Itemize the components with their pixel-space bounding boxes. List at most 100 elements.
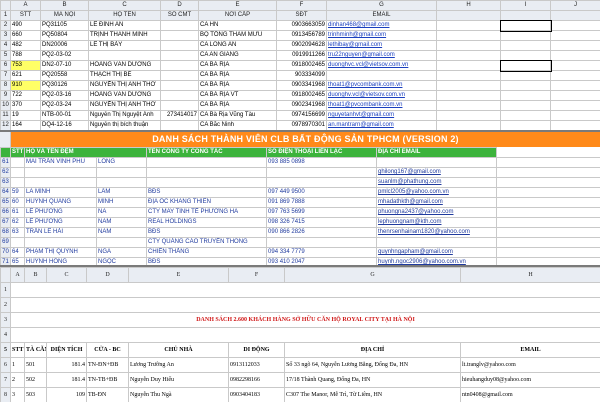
cell[interactable]: CA AN GIANG bbox=[199, 51, 277, 61]
cell[interactable]: trinhminh@gmail.com bbox=[327, 31, 437, 41]
row-header[interactable]: 3 bbox=[1, 31, 11, 41]
cell[interactable]: PQ2-03-24 bbox=[41, 101, 89, 111]
column-header[interactable]: E bbox=[199, 1, 277, 11]
cell[interactable] bbox=[377, 158, 497, 168]
column-header[interactable]: H bbox=[437, 1, 501, 11]
cell[interactable] bbox=[11, 238, 25, 248]
cell[interactable] bbox=[161, 31, 199, 41]
cell[interactable]: TRẦN LÊ HẢI bbox=[25, 228, 97, 238]
column-header[interactable]: D bbox=[87, 268, 129, 283]
cell[interactable]: 097 763 5699 bbox=[267, 208, 377, 218]
row-header[interactable]: 7 bbox=[1, 71, 11, 81]
cell[interactable]: CA HN bbox=[199, 21, 277, 31]
cell[interactable] bbox=[327, 71, 437, 81]
row-header[interactable]: 68 bbox=[1, 228, 11, 238]
column-header[interactable]: A bbox=[11, 1, 41, 11]
cell[interactable]: 502 bbox=[25, 373, 47, 388]
cell[interactable] bbox=[11, 168, 25, 178]
cell[interactable] bbox=[437, 21, 501, 31]
cell[interactable] bbox=[97, 168, 147, 178]
column-header[interactable]: G bbox=[327, 1, 437, 11]
cell[interactable]: HOÀNG VĂN DƯƠNG bbox=[89, 61, 161, 71]
cell[interactable]: pmlcl2005@yahoo.com.vn bbox=[377, 188, 497, 198]
cell[interactable]: HOÀNG VĂN DƯƠNG bbox=[89, 91, 161, 101]
header-cell[interactable]: CHỦ NHÀ bbox=[129, 343, 229, 358]
header-cell[interactable] bbox=[437, 11, 501, 21]
cell[interactable]: BĐS bbox=[147, 188, 267, 198]
cell[interactable]: BỘ TỔNG THAM MƯU bbox=[199, 31, 277, 41]
cell[interactable] bbox=[501, 101, 551, 111]
cell[interactable]: 501 bbox=[25, 358, 47, 373]
cell[interactable]: PQ31105 bbox=[41, 21, 89, 31]
row-header[interactable]: 10 bbox=[1, 101, 11, 111]
cell[interactable]: DQ4-12-16 bbox=[41, 121, 89, 131]
cell[interactable]: TN-ĐN+ĐB bbox=[87, 358, 129, 373]
cell[interactable]: tru22nguyen@gmail.com bbox=[327, 51, 437, 61]
cell[interactable]: 19 bbox=[11, 111, 41, 121]
cell[interactable] bbox=[147, 168, 267, 178]
cell[interactable]: NGUYỄN THỊ ANH THƠ bbox=[89, 81, 161, 91]
cell[interactable]: 60 bbox=[11, 198, 25, 208]
row-header[interactable]: 63 bbox=[1, 178, 11, 188]
cell[interactable]: 0978970301 bbox=[277, 121, 327, 131]
column-header[interactable]: H bbox=[461, 268, 600, 283]
cell[interactable] bbox=[437, 71, 501, 81]
cell[interactable] bbox=[11, 178, 25, 188]
cell[interactable] bbox=[147, 178, 267, 188]
cell[interactable]: 370 bbox=[11, 101, 41, 111]
header-cell[interactable]: CỬA - BC bbox=[87, 343, 129, 358]
cell[interactable]: PQ2-03-16 bbox=[41, 91, 89, 101]
cell[interactable] bbox=[437, 81, 501, 91]
cell[interactable]: CA Bà Rịa Vũng Tàu bbox=[199, 111, 277, 121]
cell[interactable]: PQ30126 bbox=[41, 81, 89, 91]
cell[interactable]: 090 866 2826 bbox=[267, 228, 377, 238]
cell[interactable]: Nguyễn Duy Hiếu bbox=[129, 373, 229, 388]
cell[interactable]: LÊ PHƯƠNG bbox=[25, 218, 97, 228]
cell[interactable]: CA BÀ RỊA bbox=[199, 101, 277, 111]
cell[interactable] bbox=[497, 168, 600, 178]
cell[interactable]: TN-TB+ĐB bbox=[87, 373, 129, 388]
cell[interactable] bbox=[501, 51, 551, 61]
column-header[interactable]: B bbox=[41, 1, 89, 11]
header-cell[interactable]: STT bbox=[11, 11, 41, 21]
cell[interactable] bbox=[437, 51, 501, 61]
cell[interactable]: THẠCH THỊ BÉ bbox=[89, 71, 161, 81]
row-header[interactable]: 6 bbox=[1, 61, 11, 71]
cell[interactable]: 61 bbox=[11, 208, 25, 218]
cell[interactable] bbox=[551, 51, 600, 61]
row-header[interactable]: 64 bbox=[1, 188, 11, 198]
header-cell[interactable]: EMAIL bbox=[461, 343, 600, 358]
cell[interactable]: 091 869 7888 bbox=[267, 198, 377, 208]
cell[interactable]: mhadathkth@gmail.com bbox=[377, 198, 497, 208]
cell[interactable]: quynhngapham@gmail.com bbox=[377, 248, 497, 258]
header-cell[interactable]: HỌ VÀ TÊN ĐỆM bbox=[25, 148, 147, 158]
cell[interactable] bbox=[497, 198, 600, 208]
header-cell[interactable] bbox=[551, 11, 600, 21]
row-header[interactable]: 8 bbox=[1, 81, 11, 91]
cell[interactable]: 0918002465 bbox=[277, 91, 327, 101]
cell[interactable]: TRỊNH THANH MINH bbox=[89, 31, 161, 41]
cell[interactable] bbox=[501, 121, 551, 131]
cell[interactable]: 722 bbox=[11, 91, 41, 101]
cell[interactable]: 0903341968 bbox=[277, 81, 327, 91]
cell[interactable] bbox=[97, 238, 147, 248]
cell[interactable] bbox=[501, 111, 551, 121]
header-cell[interactable]: DIỆN TÍCH bbox=[47, 343, 87, 358]
column-header[interactable]: B bbox=[25, 268, 47, 283]
header-cell[interactable]: TÀ CĂN bbox=[25, 343, 47, 358]
cell[interactable]: 910 bbox=[11, 81, 41, 91]
cell[interactable]: 093 885 0898 bbox=[267, 158, 377, 168]
row-header[interactable] bbox=[1, 148, 11, 158]
cell[interactable] bbox=[551, 81, 600, 91]
cell[interactable]: PQ2-03-02 bbox=[41, 51, 89, 61]
cell[interactable] bbox=[25, 168, 97, 178]
cell[interactable]: 0982298166 bbox=[229, 373, 285, 388]
cell[interactable] bbox=[497, 158, 600, 168]
row-header[interactable]: 69 bbox=[1, 238, 11, 248]
cell[interactable]: thenrsenhainam1820@yahoo.com bbox=[377, 228, 497, 238]
cell[interactable] bbox=[551, 21, 600, 31]
cell[interactable]: 098 326 7415 bbox=[267, 218, 377, 228]
cell[interactable] bbox=[147, 158, 267, 168]
cell[interactable]: 0903663059 bbox=[277, 21, 327, 31]
cell[interactable]: DN20006 bbox=[41, 41, 89, 51]
